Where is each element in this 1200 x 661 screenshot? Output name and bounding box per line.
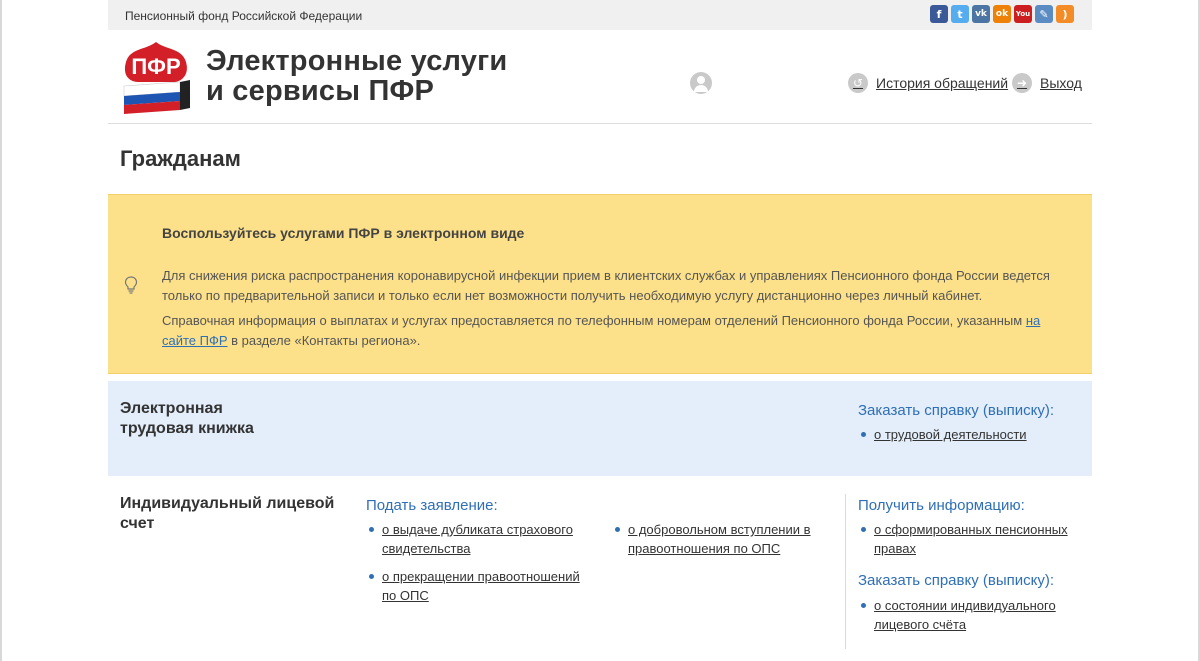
site-header: ПФР Электронные услуги и сервисы ПФР ↺ И…: [108, 30, 1092, 124]
pfr-logo[interactable]: ПФР: [120, 38, 192, 114]
logout-icon: ➜: [1012, 73, 1032, 93]
window-border-left: [0, 0, 2, 661]
notice-title: Воспользуйтесь услугами ПФР в электронно…: [162, 225, 525, 241]
apply-list-col1: о выдаче дубликата страхового свидетельс…: [366, 520, 586, 614]
apply-list-col2: о добровольном вступлении в правоотношен…: [612, 520, 832, 558]
etk-order-title: Заказать справку (выписку):: [858, 402, 1055, 419]
info-title: Получить информацию:: [858, 497, 1025, 514]
twitter-icon[interactable]: t: [951, 5, 969, 23]
etk-title-line2: трудовая книжка: [120, 420, 254, 437]
info-list: о сформированных пенсионных правах: [858, 520, 1068, 558]
list-item[interactable]: о выдаче дубликата страхового свидетельс…: [366, 520, 586, 558]
ils-title: Индивидуальный лицевой счет: [120, 494, 334, 534]
youtube-icon[interactable]: You: [1014, 5, 1032, 23]
etk-section: Электронная трудовая книжка Заказать спр…: [108, 381, 1092, 476]
page-title: Гражданам: [120, 146, 241, 171]
account-status-link[interactable]: о состоянии индивидуального лицевого счё…: [874, 598, 1056, 632]
top-bar: Пенсионный фонд Российской Федерации f t…: [108, 0, 1092, 30]
history-label: История обращений: [876, 75, 1009, 91]
ils-title-line1: Индивидуальный лицевой: [120, 495, 335, 512]
user-icon[interactable]: [690, 72, 712, 94]
facebook-icon[interactable]: f: [930, 5, 948, 23]
lightbulb-icon: [124, 276, 138, 294]
list-item[interactable]: о добровольном вступлении в правоотношен…: [612, 520, 832, 558]
site-title: Электронные услуги и сервисы ПФР: [206, 46, 507, 106]
terminate-ops-link[interactable]: о прекращении правоотношений по ОПС: [382, 569, 580, 603]
ils-order-title: Заказать справку (выписку):: [858, 572, 1055, 589]
list-item[interactable]: о прекращении правоотношений по ОПС: [366, 567, 586, 605]
notice-banner: Воспользуйтесь услугами ПФР в электронно…: [108, 194, 1092, 374]
odnoklassniki-icon[interactable]: ok: [993, 5, 1011, 23]
logout-link[interactable]: ➜ Выход: [1012, 73, 1082, 93]
site-title-line1: Электронные услуги: [206, 45, 508, 77]
history-link[interactable]: ↺ История обращений: [848, 73, 1008, 93]
site-title-line2: и сервисы ПФР: [206, 75, 435, 107]
ils-section: Индивидуальный лицевой счет Подать заявл…: [108, 476, 1092, 661]
ils-title-line2: счет: [120, 515, 155, 532]
ils-order-list: о состоянии индивидуального лицевого счё…: [858, 596, 1068, 634]
list-item[interactable]: о трудовой деятельности: [858, 425, 1027, 444]
apply-title: Подать заявление:: [366, 497, 498, 514]
social-links: f t vk ok You ✎ ): [930, 5, 1074, 23]
etk-title: Электронная трудовая книжка: [120, 399, 254, 439]
history-icon: ↺: [848, 73, 868, 93]
notice-text: Для снижения риска распространения корон…: [162, 268, 1050, 303]
list-item[interactable]: о сформированных пенсионных правах: [858, 520, 1068, 558]
column-divider: [845, 494, 846, 649]
vk-icon[interactable]: vk: [972, 5, 990, 23]
work-activity-link[interactable]: о трудовой деятельности: [874, 427, 1027, 442]
page: Пенсионный фонд Российской Федерации f t…: [0, 0, 1200, 661]
pension-rights-link[interactable]: о сформированных пенсионных правах: [874, 522, 1068, 556]
livejournal-icon[interactable]: ✎: [1035, 5, 1053, 23]
list-item[interactable]: о состоянии индивидуального лицевого счё…: [858, 596, 1068, 634]
organization-name: Пенсионный фонд Российской Федерации: [125, 9, 363, 23]
svg-text:ПФР: ПФР: [131, 54, 180, 79]
rss-icon[interactable]: ): [1056, 5, 1074, 23]
notice-contacts-text: Справочная информация о выплатах и услуг…: [162, 311, 1062, 350]
duplicate-certificate-link[interactable]: о выдаче дубликата страхового свидетельс…: [382, 522, 573, 556]
etk-title-line1: Электронная: [120, 400, 223, 417]
notice-contacts-after: в разделе «Контакты региона».: [227, 332, 421, 348]
voluntary-ops-link[interactable]: о добровольном вступлении в правоотношен…: [628, 522, 811, 556]
notice-contacts-before: Справочная информация о выплатах и услуг…: [162, 313, 1026, 328]
logout-label: Выход: [1040, 75, 1082, 91]
etk-order-list: о трудовой деятельности: [858, 425, 1027, 444]
